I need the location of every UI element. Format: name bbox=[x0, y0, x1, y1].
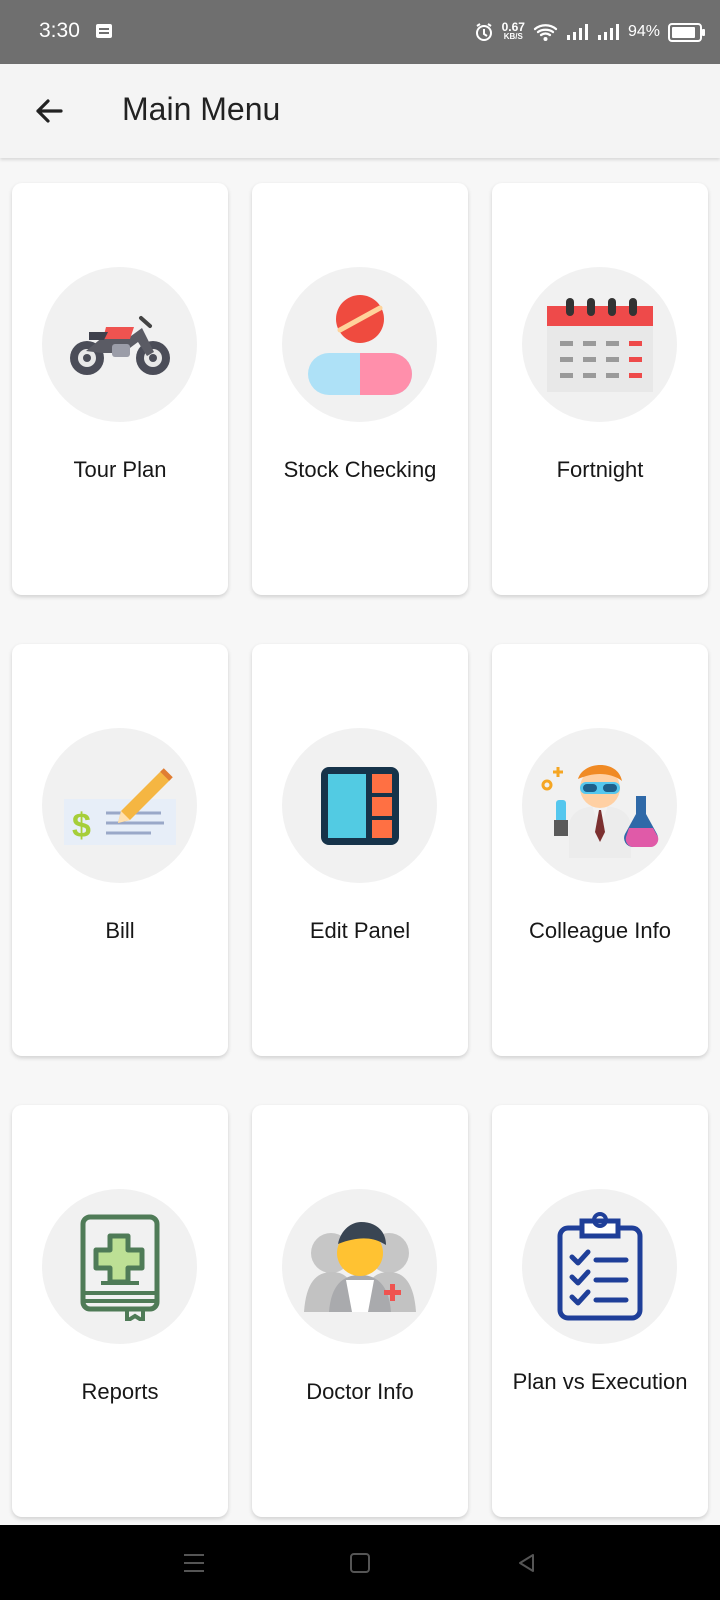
menu-card-reports[interactable]: Reports bbox=[12, 1105, 228, 1517]
icon-circle bbox=[282, 267, 437, 422]
signal-icon bbox=[566, 24, 588, 40]
icon-circle bbox=[42, 1189, 197, 1344]
menu-label: Edit Panel bbox=[309, 918, 411, 943]
checklist-icon bbox=[557, 1211, 642, 1320]
icon-circle: $ bbox=[42, 728, 197, 883]
speed-value: 0.67 bbox=[501, 20, 525, 34]
speed-unit: KB/S bbox=[503, 32, 523, 41]
menu-label: Stock Checking bbox=[283, 457, 437, 482]
alarm-icon bbox=[475, 23, 492, 41]
signal-icon bbox=[597, 24, 619, 40]
menu-card-bill[interactable]: $ Bill bbox=[12, 644, 228, 1056]
menu-label: Plan vs Execution bbox=[512, 1369, 688, 1394]
battery-percent: 94% bbox=[627, 23, 660, 40]
system-back-button[interactable] bbox=[510, 1549, 542, 1577]
back-icon bbox=[519, 1554, 534, 1572]
calendar-icon bbox=[546, 297, 653, 392]
menu-label: Bill bbox=[105, 918, 135, 943]
recent-apps-button[interactable] bbox=[178, 1549, 210, 1577]
battery-fill bbox=[672, 26, 695, 38]
menu-label: Reports bbox=[81, 1379, 159, 1404]
status-icons: 0.67 KB/S 94% bbox=[474, 18, 705, 46]
network-speed: 0.67 KB/S bbox=[501, 20, 525, 42]
arrow-left-icon bbox=[36, 99, 63, 123]
page-title: Main Menu bbox=[122, 91, 281, 127]
menu-card-colleague-info[interactable]: Colleague Info bbox=[492, 644, 708, 1056]
battery-icon bbox=[668, 22, 705, 42]
icon-circle bbox=[42, 267, 197, 422]
home-icon bbox=[350, 1553, 370, 1573]
app-bar: Main Menu bbox=[0, 64, 720, 158]
menu-card-stock-checking[interactable]: Stock Checking bbox=[252, 183, 468, 595]
menu-card-edit-panel[interactable]: Edit Panel bbox=[252, 644, 468, 1056]
medical-book-icon bbox=[80, 1214, 159, 1321]
navigation-bar bbox=[0, 1525, 720, 1600]
doctor-icon bbox=[303, 1221, 416, 1312]
icon-circle bbox=[522, 1189, 677, 1344]
back-button[interactable] bbox=[28, 92, 70, 130]
menu-label: Tour Plan bbox=[73, 457, 167, 482]
icon-circle bbox=[282, 728, 437, 883]
cheque-icon: $ bbox=[63, 767, 176, 845]
menu-label: Doctor Info bbox=[306, 1379, 414, 1404]
menu-label: Colleague Info bbox=[529, 918, 671, 943]
scientist-icon bbox=[541, 764, 658, 858]
message-icon bbox=[96, 24, 112, 38]
icon-circle bbox=[522, 728, 677, 883]
motorcycle-icon bbox=[69, 315, 170, 375]
menu-card-doctor-info[interactable]: Doctor Info bbox=[252, 1105, 468, 1517]
icon-circle bbox=[522, 267, 677, 422]
home-button[interactable] bbox=[344, 1549, 376, 1577]
menu-card-plan-vs-execution[interactable]: Plan vs Execution bbox=[492, 1105, 708, 1517]
wifi-icon bbox=[533, 24, 558, 41]
status-time: 3:30 bbox=[39, 19, 80, 42]
svg-text:$: $ bbox=[72, 807, 91, 845]
menu-card-tour-plan[interactable]: Tour Plan bbox=[12, 183, 228, 595]
status-bar: 3:30 0.67 KB/S 94% bbox=[0, 0, 720, 64]
panel-icon bbox=[320, 766, 399, 845]
menu-label: Fortnight bbox=[556, 457, 644, 482]
pills-icon bbox=[307, 294, 412, 395]
icon-circle bbox=[282, 1189, 437, 1344]
menu-card-fortnight[interactable]: Fortnight bbox=[492, 183, 708, 595]
menu-icon bbox=[184, 1554, 204, 1572]
